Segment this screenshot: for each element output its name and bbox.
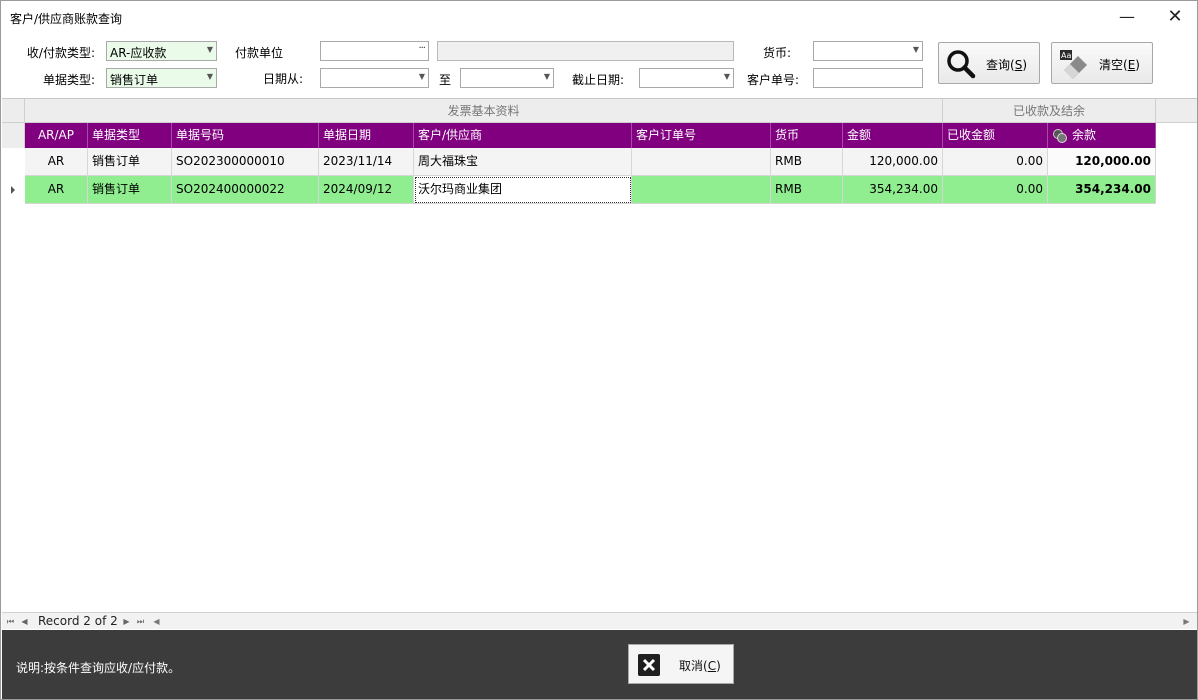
col-arap[interactable]: AR/AP <box>25 123 88 148</box>
cell-currency: RMB <box>771 148 843 176</box>
cancel-x-icon <box>638 654 660 676</box>
doc-type-value: 销售订单 <box>110 73 159 87</box>
cell-customer: 周大福珠宝 <box>414 148 632 176</box>
cell-customer[interactable]: 沃尔玛商业集团 <box>414 176 632 204</box>
cell-received: 0.00 <box>943 176 1048 204</box>
last-record-icon[interactable]: ⏭ <box>134 615 147 628</box>
cell-received: 0.00 <box>943 148 1048 176</box>
doc-type-combo[interactable]: 销售订单 ▼ <box>106 68 217 88</box>
query-button[interactable]: 查询(S) <box>938 42 1040 84</box>
date-from-label: 日期从: <box>263 72 304 86</box>
cutoff-date-picker[interactable]: ▼ <box>639 68 734 88</box>
row-indicator[interactable] <box>2 148 25 176</box>
cutoff-date-label: 截止日期: <box>572 73 625 87</box>
scroll-left-icon[interactable]: ◀ <box>150 615 163 628</box>
col-doc-date[interactable]: 单据日期 <box>319 123 414 148</box>
cell-amount: 120,000.00 <box>843 148 943 176</box>
payer-name-display <box>437 41 734 61</box>
col-received[interactable]: 已收金额 <box>943 123 1048 148</box>
cell-doc-no: SO202400000022 <box>172 176 319 204</box>
first-record-icon[interactable]: ⏮ <box>4 615 17 628</box>
current-row-arrow-icon <box>11 186 15 194</box>
window-title: 客户/供应商账款查询 <box>10 12 123 26</box>
ellipsis-button[interactable]: ··· <box>418 43 425 54</box>
cell-doc-type: 销售订单 <box>88 176 172 204</box>
minimize-icon[interactable]: — <box>1107 5 1147 29</box>
date-to-label: 至 <box>439 73 452 87</box>
prev-record-icon[interactable]: ◀ <box>18 615 31 628</box>
type-value: AR-应收款 <box>110 46 167 60</box>
record-counter: Record 2 of 2 <box>38 614 118 628</box>
type-combo[interactable]: AR-应收款 ▼ <box>106 41 217 61</box>
cell-arap: AR <box>25 148 88 176</box>
col-doc-no[interactable]: 单据号码 <box>172 123 319 148</box>
customer-no-label: 客户单号: <box>747 73 800 87</box>
search-icon <box>947 50 976 79</box>
col-customer-order-no[interactable]: 客户订单号 <box>632 123 771 148</box>
chevron-down-icon: ▼ <box>543 72 550 81</box>
date-from-picker[interactable]: ▼ <box>320 68 429 88</box>
coins-icon <box>1053 129 1067 143</box>
col-doc-type[interactable]: 单据类型 <box>88 123 172 148</box>
record-navigator: ⏮ ◀ Record 2 of 2 ▶ ⏭ ◀ ▶ <box>2 612 1197 629</box>
cell-balance: 354,234.00 <box>1048 176 1156 204</box>
band-received-balance: 已收款及结余 <box>943 99 1156 123</box>
description-text: 说明:按条件查询应收/应付款。 <box>16 661 181 675</box>
next-record-icon[interactable]: ▶ <box>120 615 133 628</box>
eraser-icon: Aa <box>1060 50 1087 79</box>
scroll-right-icon[interactable]: ▶ <box>1180 615 1193 628</box>
currency-label: 货币: <box>763 46 792 60</box>
cell-currency: RMB <box>771 176 843 204</box>
cell-doc-date: 2023/11/14 <box>319 148 414 176</box>
clear-button-label: 清空(E) <box>1099 58 1140 72</box>
close-icon[interactable]: ✕ <box>1155 5 1195 29</box>
cell-customer-order-no <box>632 148 771 176</box>
query-button-label: 查询(S) <box>986 58 1027 72</box>
band-invoice-info: 发票基本资料 <box>25 99 943 123</box>
col-currency[interactable]: 货币 <box>771 123 843 148</box>
svg-text:Aa: Aa <box>1061 51 1071 60</box>
cancel-button-label: 取消(C) <box>679 659 721 673</box>
cell-doc-no: SO202300000010 <box>172 148 319 176</box>
cell-arap: AR <box>25 176 88 204</box>
payer-label: 付款单位 <box>235 46 284 60</box>
chevron-down-icon: ▼ <box>206 45 213 54</box>
date-to-picker[interactable]: ▼ <box>460 68 554 88</box>
col-balance[interactable]: 余款 <box>1048 123 1156 148</box>
title-bar: 客户/供应商账款查询 — ✕ <box>1 1 1197 34</box>
currency-combo[interactable]: ▼ <box>813 41 923 61</box>
col-customer[interactable]: 客户/供应商 <box>414 123 632 148</box>
cancel-button[interactable]: 取消(C) <box>628 644 734 684</box>
results-grid[interactable]: 发票基本资料 已收款及结余 AR/AP 单据类型 单据号码 单据日期 客户/供应… <box>2 98 1197 612</box>
row-indicator[interactable] <box>2 176 25 204</box>
chevron-down-icon: ▼ <box>206 72 213 81</box>
col-amount[interactable]: 金额 <box>843 123 943 148</box>
customer-no-input[interactable] <box>813 68 923 88</box>
cell-amount: 354,234.00 <box>843 176 943 204</box>
type-label: 收/付款类型: <box>26 46 95 60</box>
doc-type-label: 单据类型: <box>42 73 95 87</box>
chevron-down-icon: ▼ <box>418 72 425 81</box>
chevron-down-icon: ▼ <box>723 72 730 81</box>
footer-bar: 说明:按条件查询应收/应付款。 取消(C) <box>2 630 1197 699</box>
band-header-row: 发票基本资料 已收款及结余 <box>2 99 1197 123</box>
chevron-down-icon: ▼ <box>912 45 919 54</box>
band-indicator <box>2 99 25 123</box>
cell-customer-order-no <box>632 176 771 204</box>
header-indicator <box>2 123 25 148</box>
clear-button[interactable]: Aa 清空(E) <box>1051 42 1153 84</box>
cell-balance: 120,000.00 <box>1048 148 1156 176</box>
cell-doc-date: 2024/09/12 <box>319 176 414 204</box>
window: 客户/供应商账款查询 — ✕ 收/付款类型: AR-应收款 ▼ 付款单位 ···… <box>0 0 1198 700</box>
cell-doc-type: 销售订单 <box>88 148 172 176</box>
payer-input[interactable]: ··· <box>320 41 429 61</box>
